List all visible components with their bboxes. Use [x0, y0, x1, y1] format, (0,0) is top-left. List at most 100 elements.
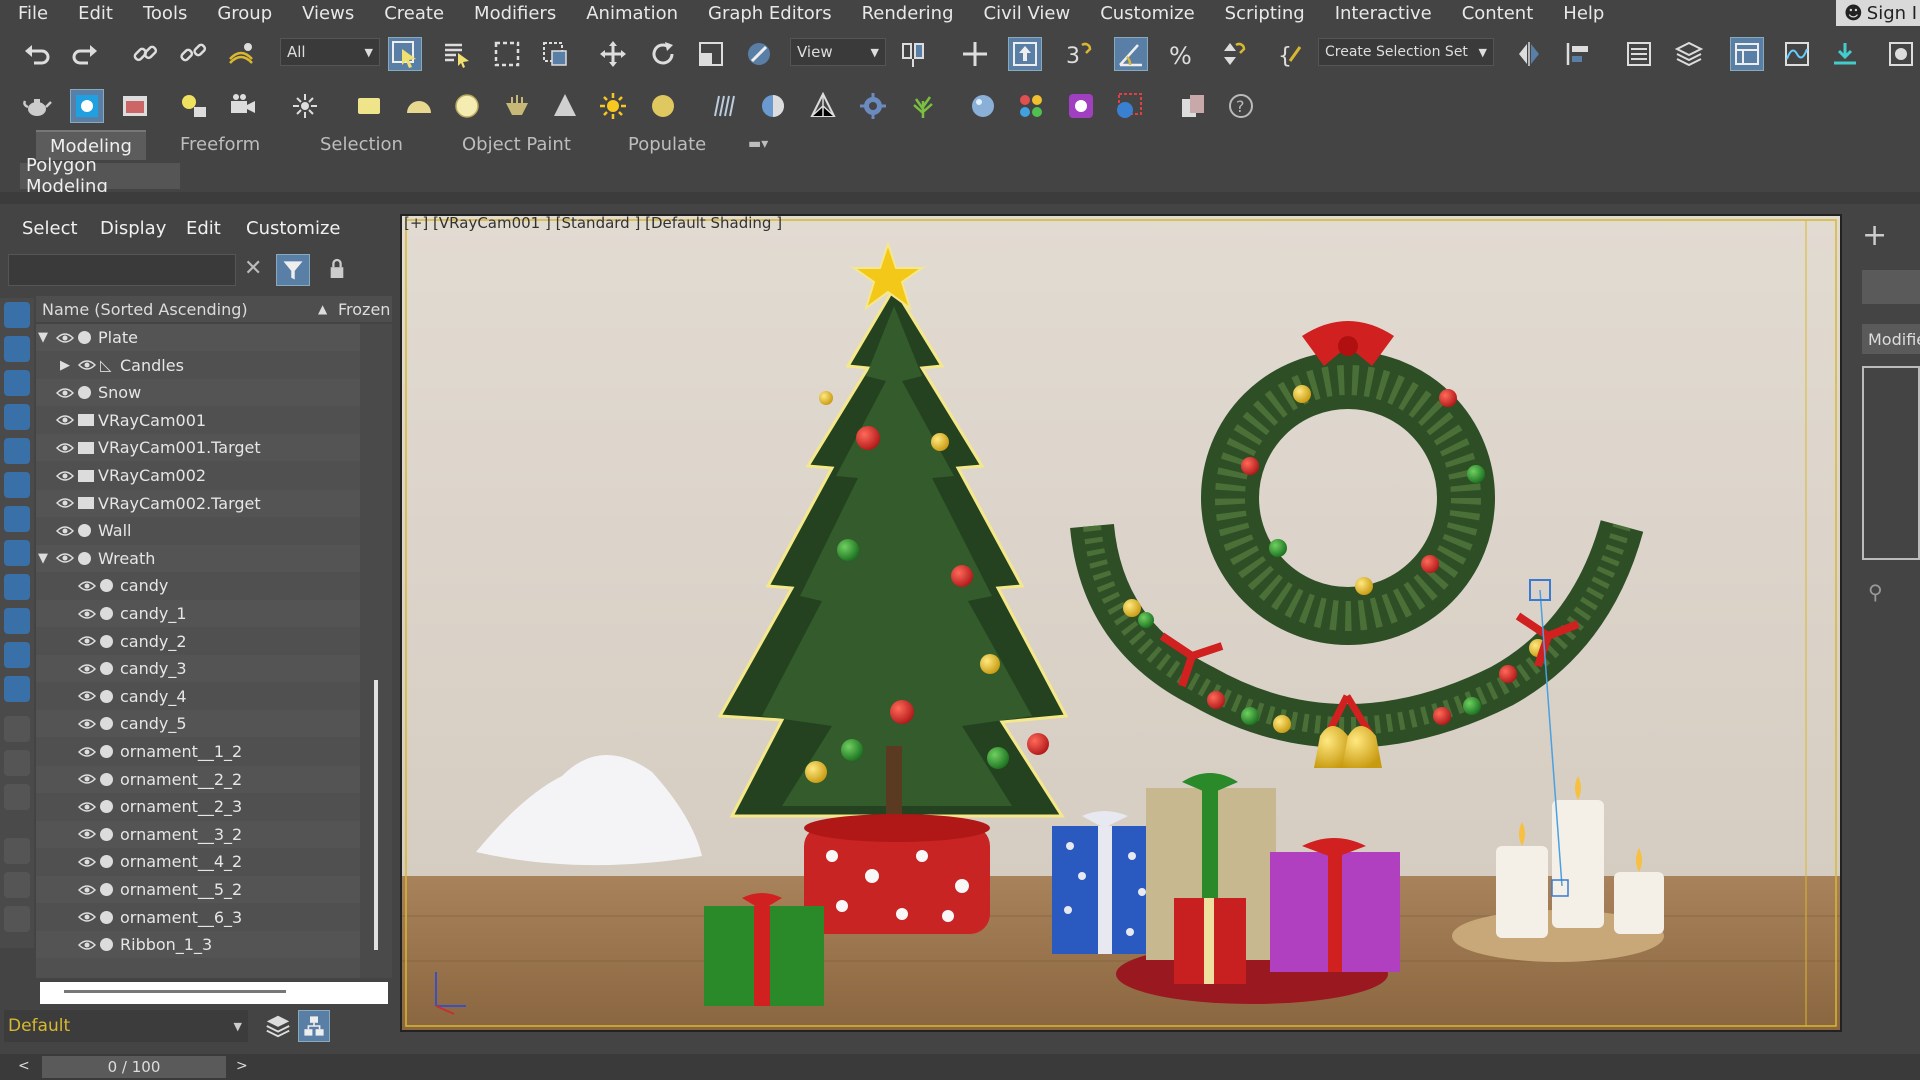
toggle-layer-explorer-icon[interactable]: [1672, 37, 1706, 71]
tab-populate[interactable]: Populate: [628, 130, 706, 158]
explorer-menu-edit[interactable]: Edit: [186, 218, 221, 239]
display-geometry-icon[interactable]: [4, 302, 30, 328]
visibility-eye-icon[interactable]: [78, 801, 96, 813]
menu-scripting[interactable]: Scripting: [1210, 3, 1320, 24]
scene-object-row[interactable]: ornament__2_2: [36, 765, 360, 793]
scene-object-row[interactable]: VRayCam002.Target: [36, 489, 360, 517]
visibility-eye-icon[interactable]: [78, 856, 96, 868]
frame-buffer-icon[interactable]: [1064, 89, 1098, 123]
snaps-toggle-icon[interactable]: 3: [1062, 37, 1096, 71]
visibility-eye-icon[interactable]: [56, 332, 74, 344]
scene-object-row[interactable]: ornament__3_2: [36, 820, 360, 848]
menu-edit[interactable]: Edit: [63, 3, 128, 24]
explorer-horizontal-scroll-thumb[interactable]: [64, 990, 286, 993]
menu-modifiers[interactable]: Modifiers: [459, 3, 571, 24]
move-icon[interactable]: [596, 37, 630, 71]
menu-rendering[interactable]: Rendering: [847, 3, 969, 24]
tab-object-paint[interactable]: Object Paint: [462, 130, 571, 158]
render-setup-icon[interactable]: [70, 89, 104, 123]
explorer-menu-customize[interactable]: Customize: [246, 218, 340, 239]
visibility-eye-icon[interactable]: [56, 525, 74, 537]
scene-object-row[interactable]: VRayCam001.Target: [36, 434, 360, 462]
visibility-eye-icon[interactable]: [78, 608, 96, 620]
toggle-scene-explorer-icon[interactable]: [1622, 37, 1656, 71]
lock-icon[interactable]: [328, 258, 346, 284]
scene-object-row[interactable]: ornament__4_2: [36, 848, 360, 875]
time-slider[interactable]: 0 / 100: [42, 1056, 226, 1078]
display-containers-icon[interactable]: [4, 608, 30, 634]
filter-icon[interactable]: [276, 254, 310, 286]
fur-icon[interactable]: [708, 89, 742, 123]
spinner-snap-icon[interactable]: [1214, 37, 1248, 71]
modifier-stack[interactable]: [1862, 366, 1920, 560]
scene-object-row[interactable]: candy: [36, 572, 360, 599]
scene-object-row[interactable]: ▶ ◺ Candles: [36, 352, 360, 379]
display-helpers-icon[interactable]: [4, 438, 30, 464]
multi-material-icon[interactable]: [1014, 89, 1048, 123]
polygon-modeling-panel[interactable]: Polygon Modeling: [20, 155, 180, 197]
visibility-eye-icon[interactable]: [78, 663, 96, 675]
scene-object-row[interactable]: VRayCam001: [36, 407, 360, 434]
filter-funnel-icon[interactable]: [4, 872, 30, 898]
visibility-eye-icon[interactable]: [78, 690, 96, 702]
scene-object-row[interactable]: ▼ Wreath: [36, 544, 360, 572]
dome-light-icon[interactable]: [646, 89, 680, 123]
menu-content[interactable]: Content: [1447, 3, 1549, 24]
bind-spacewarp-icon[interactable]: [224, 37, 258, 71]
edit-named-selections-icon[interactable]: {: [1274, 37, 1308, 71]
display-shapes-icon[interactable]: [4, 336, 30, 362]
hemisphere-primitive-icon[interactable]: [402, 89, 436, 123]
previous-frame-button[interactable]: <: [18, 1058, 30, 1074]
light-lister-icon[interactable]: [176, 89, 210, 123]
create-selection-set-dropdown[interactable]: Create Selection Set ▼: [1318, 38, 1494, 66]
column-frozen-header[interactable]: Frozen: [338, 300, 390, 319]
rotate-icon[interactable]: [646, 37, 680, 71]
filter-selected-icon[interactable]: [4, 838, 30, 864]
clear-search-icon[interactable]: ✕: [244, 256, 262, 281]
menu-animation[interactable]: Animation: [571, 3, 693, 24]
window-crossing-icon[interactable]: [538, 37, 572, 71]
scale-icon[interactable]: [694, 37, 728, 71]
visibility-eye-icon[interactable]: [78, 828, 96, 840]
column-name-header[interactable]: Name (Sorted Ascending): [42, 300, 248, 319]
display-bones-icon[interactable]: [4, 574, 30, 600]
menu-graph-editors[interactable]: Graph Editors: [693, 3, 847, 24]
scene-object-row[interactable]: ornament__5_2: [36, 876, 360, 903]
menu-group[interactable]: Group: [202, 3, 287, 24]
scene-object-row[interactable]: VRayCam002: [36, 462, 360, 489]
visibility-eye-icon[interactable]: [78, 359, 96, 371]
undo-icon[interactable]: [20, 37, 54, 71]
visibility-eye-icon[interactable]: [78, 911, 96, 923]
place-icon[interactable]: [742, 37, 776, 71]
redo-icon[interactable]: [68, 37, 102, 71]
layer-dropdown[interactable]: Default ▼: [4, 1010, 248, 1042]
display-invert-icon[interactable]: [4, 784, 30, 810]
selection-filter-dropdown[interactable]: All ▼: [280, 38, 380, 66]
select-manipulate-icon[interactable]: [958, 37, 992, 71]
object-name-field[interactable]: [1862, 270, 1920, 304]
collapse-arrow-icon[interactable]: ▼: [38, 551, 48, 566]
select-by-name-icon[interactable]: [440, 37, 474, 71]
display-visible-icon[interactable]: [4, 676, 30, 702]
expand-arrow-icon[interactable]: ▶: [60, 358, 70, 373]
proxy-icon[interactable]: [806, 89, 840, 123]
explorer-search-input[interactable]: [8, 254, 236, 286]
menu-customize[interactable]: Customize: [1085, 3, 1209, 24]
toggle-ribbon-icon[interactable]: [1730, 37, 1764, 71]
visibility-eye-icon[interactable]: [56, 387, 74, 399]
container-icon[interactable]: [4, 906, 30, 932]
scene-object-row[interactable]: ornament__6_3: [36, 904, 360, 931]
schematic-view-icon[interactable]: [1828, 37, 1862, 71]
visibility-eye-icon[interactable]: [56, 470, 74, 482]
visibility-eye-icon[interactable]: [78, 580, 96, 592]
asset-tracking-icon[interactable]: [1176, 89, 1210, 123]
sphere-material-icon[interactable]: [756, 89, 790, 123]
visibility-eye-icon[interactable]: [56, 552, 74, 564]
explorer-vertical-scroll-thumb[interactable]: [374, 680, 378, 950]
pivot-center-icon[interactable]: [896, 37, 930, 71]
next-frame-button[interactable]: >: [236, 1058, 248, 1074]
explorer-menu-select[interactable]: Select: [22, 218, 78, 239]
mirror-icon[interactable]: [1512, 37, 1546, 71]
display-spacewarps-icon[interactable]: [4, 472, 30, 498]
sign-in-button[interactable]: ☻ Sign I: [1836, 0, 1920, 26]
